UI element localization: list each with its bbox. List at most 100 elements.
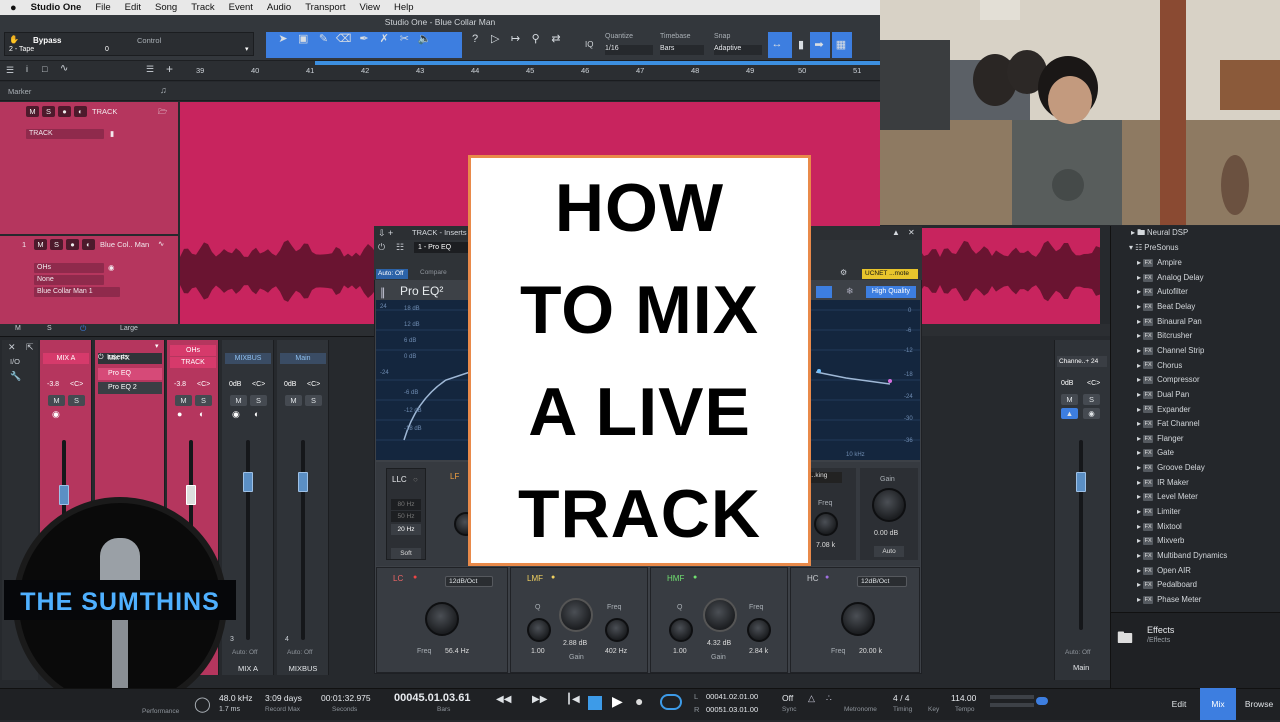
browser-effect-item[interactable]: ▸ FX Binaural Pan: [1111, 315, 1280, 330]
volume-value[interactable]: 0dB: [229, 381, 241, 388]
gear-icon[interactable]: ⚙: [840, 268, 847, 277]
lmf-q-knob[interactable]: [527, 618, 551, 642]
pencil-tool-icon[interactable]: ✎: [314, 32, 332, 45]
pointer-tool-icon[interactable]: ➤: [274, 32, 292, 45]
loop-end[interactable]: 00051.03.01.00: [706, 705, 758, 714]
listen-tool-icon[interactable]: 🔈: [416, 32, 434, 45]
browser-effect-item[interactable]: ▸ FX IR Maker: [1111, 476, 1280, 491]
menu-song[interactable]: Song: [155, 2, 177, 13]
eraser-tool-icon[interactable]: ⌫: [335, 32, 353, 45]
chevron-down-icon[interactable]: ▾: [155, 342, 159, 350]
mute-button[interactable]: M: [285, 395, 302, 406]
llc-freq-option[interactable]: 80 Hz: [391, 499, 421, 510]
autoscroll-button[interactable]: ➡: [810, 32, 830, 58]
loop-range[interactable]: [315, 61, 880, 65]
preset-select[interactable]: 1 - Pro EQ: [414, 242, 468, 253]
monitor-icon[interactable]: ◐: [199, 409, 204, 419]
link-icon[interactable]: ◉: [52, 409, 60, 420]
precount-icon[interactable]: ∴: [826, 693, 832, 704]
lmf-freq-knob[interactable]: [605, 618, 629, 642]
record-icon[interactable]: ●: [177, 409, 182, 419]
browser-effect-item[interactable]: ▸ FX Gate: [1111, 446, 1280, 461]
llc-power-icon[interactable]: ○: [413, 475, 418, 484]
info-icon[interactable]: i: [26, 64, 28, 74]
menu-audio[interactable]: Audio: [267, 2, 291, 13]
footer-mute[interactable]: M: [15, 325, 21, 332]
menu-help[interactable]: Help: [394, 2, 414, 13]
fader-track[interactable]: [246, 440, 250, 640]
high-quality-button[interactable]: High Quality: [866, 286, 916, 298]
loop-button[interactable]: [660, 694, 682, 710]
browser-effect-item[interactable]: ▸ FX Dual Pan: [1111, 388, 1280, 403]
hmf-gain-knob[interactable]: [703, 598, 737, 632]
shelving-select[interactable]: ...king: [810, 472, 842, 483]
folder-icon[interactable]: 🗁: [158, 106, 167, 119]
toggle-icon[interactable]: [1036, 697, 1048, 705]
bypass-label[interactable]: Bypass: [33, 36, 61, 45]
time-signature[interactable]: 4 / 4: [893, 693, 910, 703]
chevron-down-icon[interactable]: ▾: [245, 45, 249, 53]
browser-effect-item[interactable]: ▸ FX Analog Delay: [1111, 271, 1280, 286]
volume-value[interactable]: 0dB: [1061, 380, 1073, 387]
volume-value[interactable]: -3.8: [47, 381, 59, 388]
solo-button[interactable]: S: [68, 395, 85, 406]
browser-folder-presonus[interactable]: ▾ ☷ PreSonus: [1111, 241, 1280, 256]
browser-effect-item[interactable]: ▸ FX Phase Meter: [1111, 593, 1280, 608]
playlist-dropdown[interactable]: Blue Collar Man 1: [34, 287, 120, 297]
channel-name[interactable]: OHs: [170, 345, 216, 356]
hc-slope-select[interactable]: 12dB/Oct: [857, 576, 907, 587]
browse-view-button[interactable]: Browse: [1238, 688, 1280, 720]
output-strip[interactable]: Channe..+ 24 0dB <C> M S ▲ ◉ Auto: Off M…: [1054, 340, 1110, 680]
lmf-power-icon[interactable]: ●: [551, 574, 555, 581]
menu-file[interactable]: File: [95, 2, 110, 13]
mute-tool-icon[interactable]: ✗: [375, 32, 393, 45]
mute-button[interactable]: M: [175, 395, 192, 406]
mute-button[interactable]: M: [230, 395, 247, 406]
mute-button[interactable]: M: [1061, 394, 1078, 405]
fader-track[interactable]: [301, 440, 305, 640]
tempo-value[interactable]: 114.00: [951, 693, 976, 703]
browser-effect-item[interactable]: ▸ FX Autofilter: [1111, 285, 1280, 300]
mix-view-button[interactable]: Mix: [1200, 688, 1236, 720]
toggle-icon[interactable]: ◉: [108, 263, 115, 272]
close-icon[interactable]: ✕: [8, 342, 16, 353]
track-name[interactable]: Blue Col.. Man: [100, 240, 149, 249]
pan-value[interactable]: <C>: [197, 381, 210, 388]
gain-knob[interactable]: [872, 488, 906, 522]
browser-effect-item[interactable]: ▸ FX Limiter: [1111, 505, 1280, 520]
auto-off[interactable]: Auto: Off: [287, 649, 313, 656]
routing-icon[interactable]: ☷: [396, 242, 404, 253]
loop-tool-icon[interactable]: ⇄: [547, 32, 565, 45]
range-tool-icon[interactable]: ▣: [294, 32, 312, 45]
timebase-select[interactable]: Bars: [660, 45, 704, 55]
auto-off[interactable]: Auto: Off: [1065, 649, 1091, 656]
browser-effect-item[interactable]: ▸ FX Mixtool: [1111, 520, 1280, 535]
browser-effect-item[interactable]: ▸ FX Ampire: [1111, 256, 1280, 271]
monitor-button[interactable]: ◐: [82, 239, 95, 250]
soft-button[interactable]: Soft: [391, 548, 421, 559]
paint-tool-icon[interactable]: ✒: [355, 32, 373, 45]
apple-icon[interactable]: ●: [10, 2, 17, 14]
pan-value[interactable]: <C>: [252, 381, 265, 388]
hc-power-icon[interactable]: ●: [825, 574, 829, 581]
lc-freq-knob[interactable]: [425, 602, 459, 636]
track-dropdown[interactable]: TRACK: [26, 129, 104, 139]
footer-solo[interactable]: S: [47, 325, 52, 332]
edit-view-button[interactable]: Edit: [1160, 688, 1198, 720]
performance-icon[interactable]: ◯: [194, 695, 211, 713]
auto-gain-button[interactable]: Auto: [874, 546, 904, 557]
lc-slope-select[interactable]: 12dB/Oct: [445, 576, 493, 587]
channel-name[interactable]: MIXBUS: [225, 353, 271, 364]
fader-track[interactable]: [1079, 440, 1083, 630]
hc-freq-knob[interactable]: [841, 602, 875, 636]
hmf-power-icon[interactable]: ●: [693, 574, 697, 581]
hmf-q-knob[interactable]: [669, 618, 693, 642]
pin-icon[interactable]: ▲: [892, 226, 900, 240]
fast-forward-icon[interactable]: ▶▶: [532, 694, 547, 705]
browser-effect-item[interactable]: ▸ FX Beat Delay: [1111, 300, 1280, 315]
browser-effect-item[interactable]: ▸ FX Bitcrusher: [1111, 329, 1280, 344]
lc-power-icon[interactable]: ●: [413, 574, 417, 581]
track-header-folder[interactable]: M S ● ◐ TRACK 🗁 TRACK ▮: [0, 102, 178, 234]
sidechain-select[interactable]: UCNET ...mote: [862, 269, 918, 279]
track-list-icon[interactable]: ☰: [146, 64, 154, 75]
